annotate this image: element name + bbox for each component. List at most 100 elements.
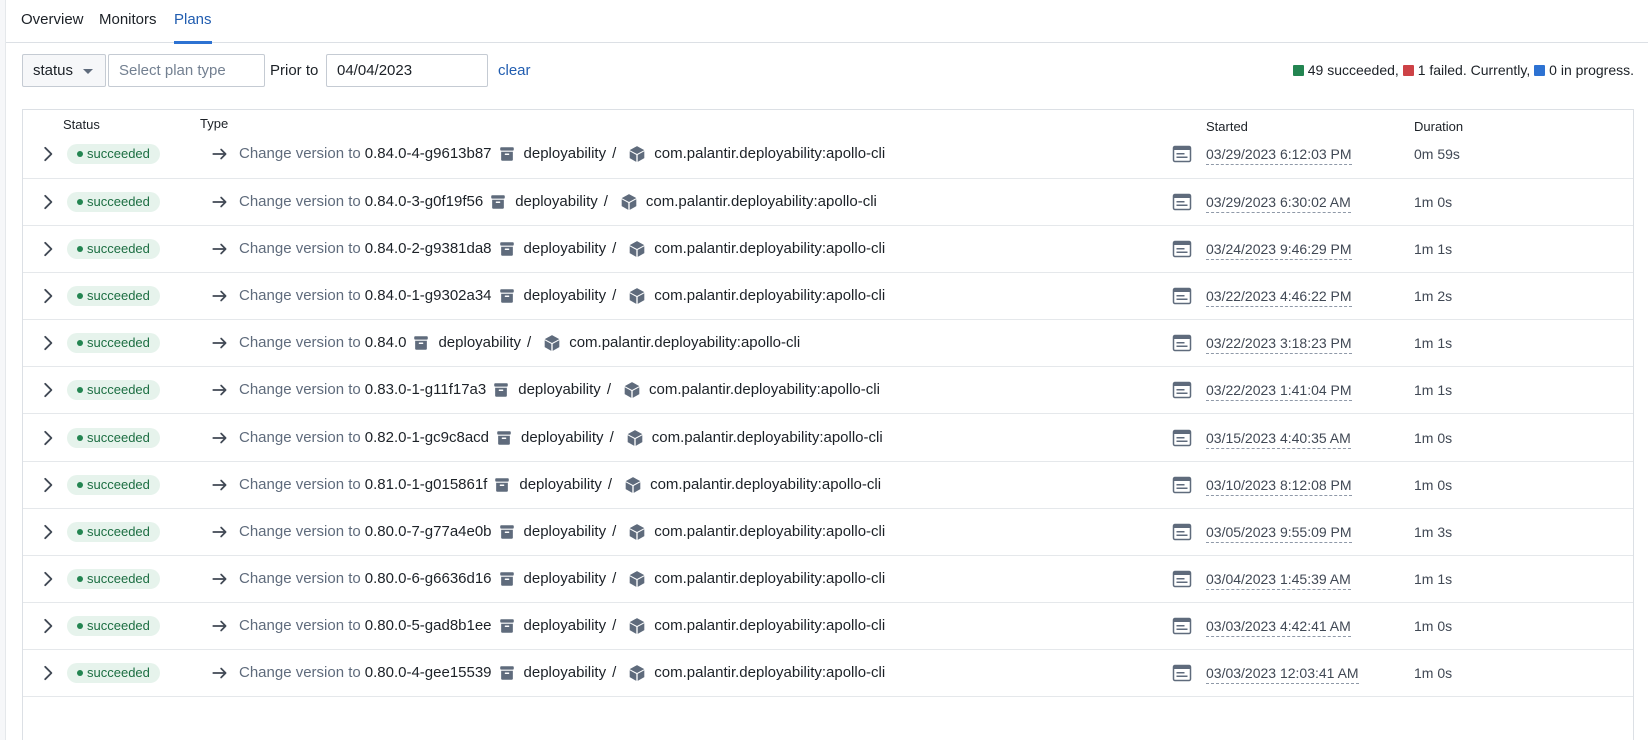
started-timestamp[interactable]: 03/15/2023 4:40:35 AM (1206, 428, 1351, 449)
box-icon (499, 619, 514, 633)
document-icon[interactable] (1172, 334, 1192, 352)
version-value: 0.80.0-7-g77a4e0b (364, 522, 492, 540)
plan-type-cell: Change version to 0.84.0-4-g9613b87 depl… (211, 144, 885, 164)
artifact-name: com.palantir.deployability:apollo-cli (654, 664, 886, 681)
document-icon[interactable] (1172, 664, 1192, 682)
plans-table: Status Type Started Duration succeeded C… (22, 109, 1634, 740)
document-icon[interactable] (1172, 476, 1192, 494)
status-badge: succeeded (67, 333, 160, 354)
started-timestamp[interactable]: 03/03/2023 12:03:41 AM (1206, 663, 1359, 684)
cube-icon (627, 429, 643, 446)
change-version-label: Change version to (239, 145, 361, 162)
table-row: succeeded Change version to 0.84.0-3-g0f… (23, 179, 1633, 226)
plan-type-input[interactable] (108, 54, 265, 87)
plan-type-cell: Change version to 0.80.0-6-g6636d16 depl… (211, 569, 885, 589)
chevron-right-icon[interactable] (39, 617, 57, 635)
arrow-right-icon (212, 196, 227, 208)
started-timestamp[interactable]: 03/03/2023 4:42:41 AM (1206, 616, 1351, 637)
status-badge: succeeded (67, 286, 160, 307)
started-timestamp[interactable]: 03/10/2023 8:12:08 PM (1206, 475, 1352, 496)
box-icon (499, 242, 514, 256)
document-icon[interactable] (1172, 381, 1192, 399)
change-version-label: Change version to (239, 287, 361, 305)
prior-to-date-input[interactable] (326, 54, 488, 87)
document-icon[interactable] (1172, 240, 1192, 258)
box-icon (495, 477, 510, 492)
plan-type-cell: Change version to 0.80.0-7-g77a4e0b depl… (211, 522, 885, 542)
status-dropdown[interactable]: status (22, 54, 106, 87)
duration-value: 1m 2s (1414, 288, 1453, 305)
document-icon[interactable] (1172, 429, 1192, 447)
started-timestamp[interactable]: 03/24/2023 9:46:29 PM (1206, 239, 1352, 261)
status-badge: succeeded (67, 663, 160, 683)
cube-icon (629, 146, 645, 162)
started-timestamp[interactable]: 03/04/2023 1:45:39 AM (1206, 569, 1351, 590)
tab-overview[interactable]: Overview (21, 0, 84, 43)
path-separator: / (612, 145, 617, 162)
arrow-right-icon (212, 290, 227, 302)
plan-type-cell: Change version to 0.84.0-1-g9302a34 depl… (211, 286, 885, 306)
product-group-name: deployability (523, 145, 607, 162)
table-row: succeeded Change version to 0.80.0-6-g66… (23, 556, 1633, 603)
chevron-right-icon[interactable] (39, 193, 57, 211)
table-row: succeeded Change version to 0.80.0-4-gee… (23, 650, 1633, 697)
version-value: 0.81.0-1-g015861f (364, 475, 488, 493)
tab-bar: Overview Monitors Plans (6, 0, 1648, 44)
document-icon[interactable] (1172, 145, 1192, 163)
started-timestamp[interactable]: 03/05/2023 9:55:09 PM (1206, 522, 1352, 543)
chevron-right-icon[interactable] (39, 429, 57, 447)
document-icon[interactable] (1172, 523, 1192, 541)
chevron-right-icon[interactable] (39, 476, 57, 494)
artifact-name: com.palantir.deployability:apollo-cli (651, 428, 883, 446)
started-timestamp[interactable]: 03/29/2023 6:12:03 PM (1206, 144, 1352, 165)
document-icon[interactable] (1172, 287, 1192, 305)
failed-count: 1 failed. Currently, (1417, 62, 1531, 78)
chevron-right-icon[interactable] (39, 523, 57, 541)
left-sidebar-edge (0, 0, 6, 740)
change-version-label: Change version to (239, 664, 361, 681)
artifact-name: com.palantir.deployability:apollo-cli (654, 287, 886, 305)
document-icon[interactable] (1172, 617, 1192, 635)
artifact-name: com.palantir.deployability:apollo-cli (654, 240, 886, 258)
started-timestamp[interactable]: 03/29/2023 6:30:02 AM (1206, 192, 1351, 213)
path-separator: / (603, 193, 608, 210)
started-timestamp[interactable]: 03/22/2023 4:46:22 PM (1206, 286, 1352, 308)
version-value: 0.84.0-2-g9381da8 (364, 240, 492, 258)
chevron-right-icon[interactable] (39, 240, 57, 258)
cube-icon (629, 523, 645, 540)
tab-monitors[interactable]: Monitors (99, 0, 157, 43)
cube-icon (629, 665, 645, 681)
table-row: succeeded Change version to 0.80.0-5-gad… (23, 603, 1633, 650)
table-row: succeeded Change version to 0.84.0-1-g93… (23, 273, 1633, 321)
document-icon[interactable] (1172, 570, 1192, 588)
path-separator: / (609, 428, 614, 446)
artifact-name: com.palantir.deployability:apollo-cli (569, 334, 801, 352)
duration-value: 1m 0s (1414, 617, 1453, 634)
chevron-right-icon[interactable] (39, 287, 57, 305)
artifact-name: com.palantir.deployability:apollo-cli (645, 193, 877, 210)
started-timestamp[interactable]: 03/22/2023 1:41:04 PM (1206, 380, 1352, 402)
box-icon (499, 666, 514, 680)
tab-plans[interactable]: Plans (174, 0, 212, 44)
chevron-right-icon[interactable] (39, 664, 57, 682)
clear-link[interactable]: clear (498, 54, 531, 87)
status-badge: succeeded (67, 427, 160, 448)
product-group-name: deployability (519, 475, 602, 493)
chevron-right-icon[interactable] (39, 145, 57, 163)
chevron-right-icon[interactable] (39, 570, 57, 588)
document-icon[interactable] (1172, 193, 1192, 211)
chevron-right-icon[interactable] (39, 381, 57, 399)
cube-icon (621, 194, 637, 210)
path-separator: / (606, 381, 611, 399)
product-group-name: deployability (523, 664, 607, 681)
product-group-name: deployability (523, 569, 607, 587)
box-icon (499, 572, 514, 586)
started-timestamp[interactable]: 03/22/2023 3:18:23 PM (1206, 333, 1352, 355)
product-group-name: deployability (523, 616, 607, 634)
chevron-right-icon[interactable] (39, 334, 57, 352)
cube-icon (624, 382, 640, 399)
product-group-name: deployability (523, 240, 607, 258)
plan-type-cell: Change version to 0.81.0-1-g015861f depl… (211, 475, 881, 495)
product-group-name: deployability (523, 522, 607, 540)
arrow-right-icon (212, 148, 227, 160)
